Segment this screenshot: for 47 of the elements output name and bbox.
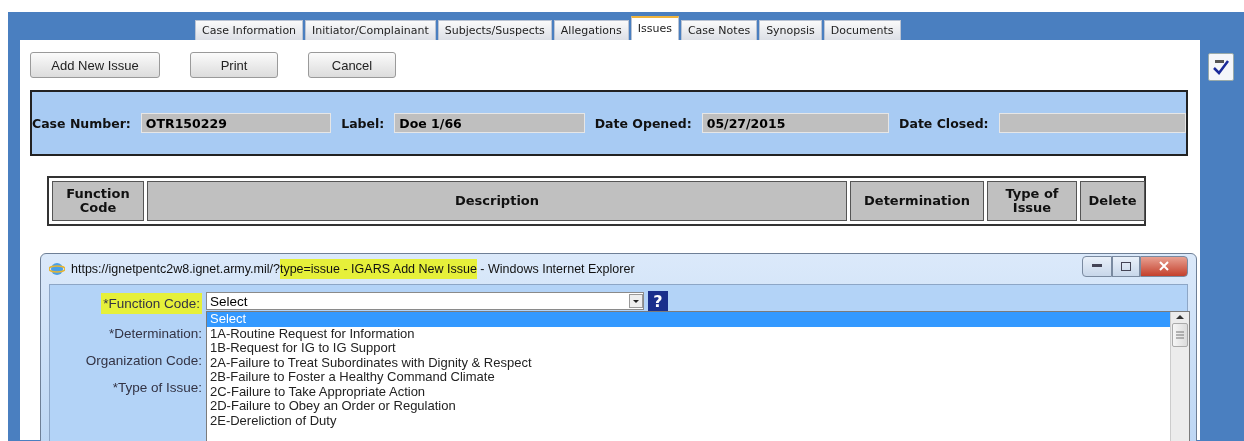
readonly-field: 05/27/2015: [701, 113, 890, 133]
dropdown-option[interactable]: 2A-Failure to Treat Subordinates with Dignity & Respect: [207, 355, 1170, 370]
tab[interactable]: Allegations: [553, 20, 629, 40]
close-icon: [1159, 261, 1169, 271]
tab[interactable]: Subjects/Suspects: [437, 20, 552, 40]
maximize-icon: [1121, 261, 1131, 271]
spellcheck-icon[interactable]: [1208, 53, 1234, 81]
form-label: *Function Code:: [101, 293, 202, 314]
tab[interactable]: Synopsis: [759, 20, 822, 40]
column-header: Type of Issue: [987, 181, 1077, 221]
dropdown-option[interactable]: 1B-Request for IG to IG Support: [207, 341, 1170, 356]
form-label: *Type of Issue:: [112, 380, 202, 395]
tab[interactable]: Documents: [823, 20, 901, 40]
close-button[interactable]: [1140, 255, 1188, 277]
dropdown-option[interactable]: 2E-Dereliction of Duty: [207, 413, 1170, 428]
column-header: Function Code: [52, 181, 144, 221]
browser-icon: [49, 261, 65, 277]
scroll-up-icon[interactable]: [1176, 314, 1184, 320]
tab[interactable]: Case Information: [195, 20, 304, 40]
toolbar-button[interactable]: Cancel: [308, 52, 396, 78]
column-header: Description: [147, 181, 847, 221]
minimize-icon: [1092, 264, 1102, 268]
dropdown-option[interactable]: 2C-Failure to Take Appropriate Action: [207, 384, 1170, 399]
scrollbar[interactable]: [1170, 312, 1189, 441]
maximize-button[interactable]: [1112, 255, 1140, 277]
help-icon[interactable]: ?: [648, 291, 668, 311]
tab[interactable]: Issues: [630, 16, 679, 40]
tab[interactable]: Case Notes: [680, 20, 758, 40]
column-header: Determination: [850, 181, 984, 221]
field-label: Case Number:: [32, 115, 131, 131]
dropdown-option[interactable]: 2B-Failure to Foster a Healthy Command Climate: [207, 370, 1170, 385]
tab[interactable]: Initiator/Complainant: [305, 20, 436, 40]
column-header: Delete: [1080, 181, 1145, 221]
minimize-button[interactable]: [1082, 255, 1112, 277]
form-label: Organization Code:: [85, 353, 202, 368]
field-label: Date Opened:: [594, 115, 692, 131]
readonly-field: OTR150229: [140, 113, 332, 133]
scroll-thumb[interactable]: [1172, 323, 1188, 347]
function-code-select[interactable]: Select: [206, 292, 644, 310]
field-label: Label:: [341, 115, 385, 131]
form-label: *Determination:: [108, 326, 202, 341]
dropdown-option[interactable]: 1A-Routine Request for Information: [207, 326, 1170, 341]
dropdown-option[interactable]: 2D-Failure to Obey an Order or Regulation: [207, 399, 1170, 414]
toolbar-button[interactable]: Add New Issue: [30, 52, 160, 78]
field-label: Date Closed:: [899, 115, 989, 131]
readonly-field: Doe 1/66: [394, 113, 585, 133]
toolbar-button[interactable]: Print: [190, 52, 278, 78]
